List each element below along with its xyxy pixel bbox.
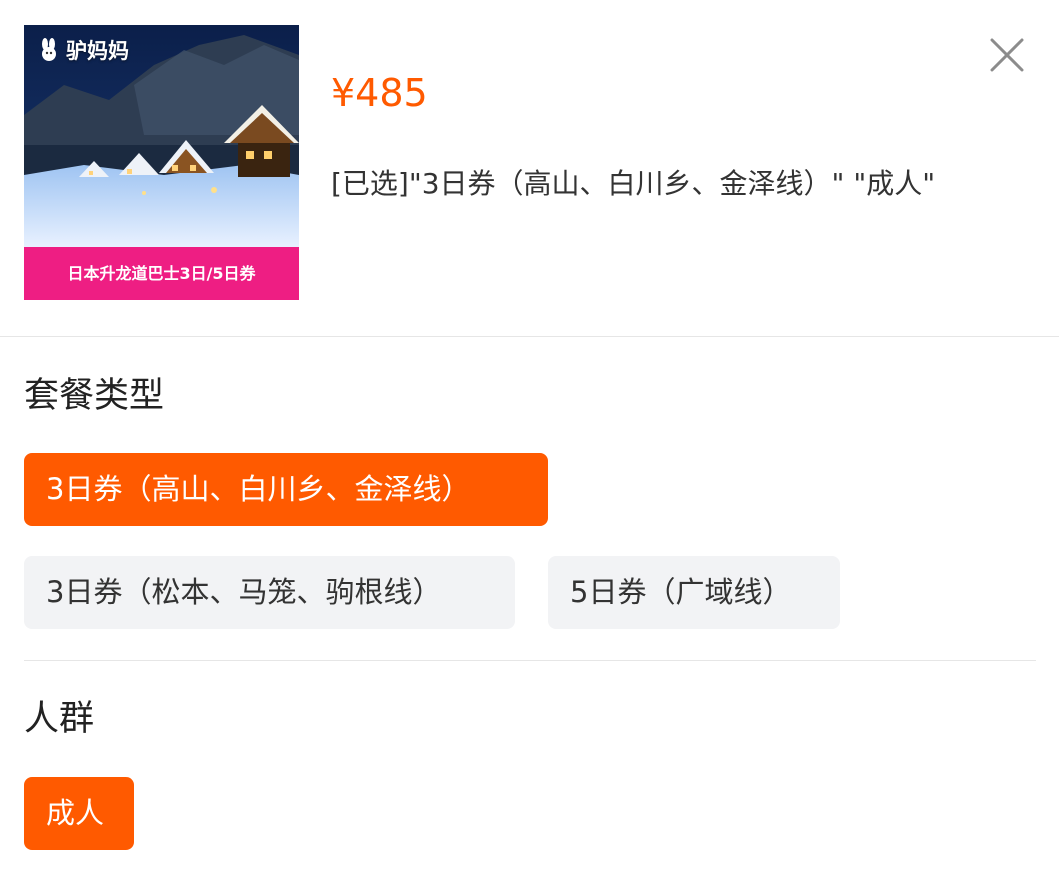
donkey-logo-icon xyxy=(42,38,56,61)
product-name-banner: 日本升龙道巴士3日/5日券 xyxy=(24,247,299,300)
section-divider xyxy=(24,660,1036,661)
price: ¥485 xyxy=(331,71,428,115)
package-type-title: 套餐类型 xyxy=(24,376,165,416)
brand-name: 驴妈妈 xyxy=(66,39,129,63)
crowd-option-adult[interactable]: 成人 xyxy=(24,777,134,850)
header-divider xyxy=(0,336,1059,337)
package-option-takayama[interactable]: 3日券（高山、白川乡、金泽线） xyxy=(24,453,548,526)
brand-logo: 驴妈妈 xyxy=(36,35,129,65)
package-option-wide-area[interactable]: 5日券（广域线） xyxy=(548,556,840,629)
crowd-title: 人群 xyxy=(24,699,95,739)
package-option-matsumoto[interactable]: 3日券（松本、马笼、驹根线） xyxy=(24,556,515,629)
product-thumbnail: 驴妈妈 日本升龙道巴士3日/5日券 xyxy=(24,25,299,300)
close-icon xyxy=(990,38,1024,72)
product-header: 驴妈妈 日本升龙道巴士3日/5日券 ¥485 [已选]"3日券（高山、白川乡、金… xyxy=(0,0,1059,336)
selected-summary: [已选]"3日券（高山、白川乡、金泽线）" "成人" xyxy=(331,167,936,200)
close-button[interactable] xyxy=(982,30,1032,80)
